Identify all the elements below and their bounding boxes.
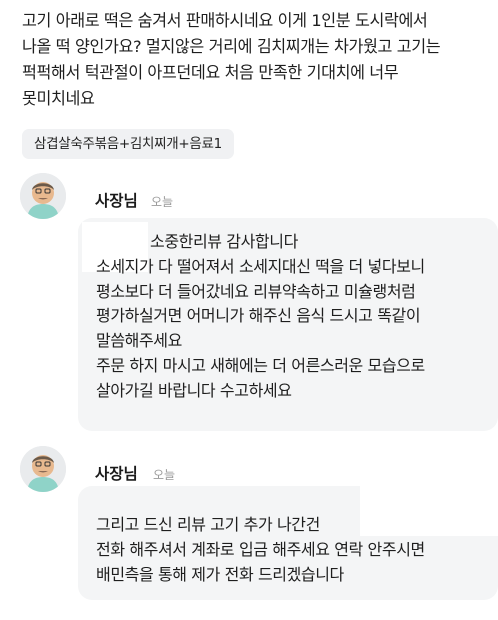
reply-bubble: 그리고 드신 리뷰 고기 추가 나간건 전화 해주셔서 계좌로 입금 해주세요 …: [78, 486, 498, 600]
review-line: 퍽퍽해서 턱관절이 아프던데요 처음 만족한 기대치에 너무: [22, 63, 399, 82]
owner-character-icon: [20, 173, 66, 219]
reply-line: 평가하실거면 어머니가 해주신 음식 드시고 똑같이: [96, 306, 421, 326]
reply-line: 전화 해주셔서 계좌로 입금 해주세요 연락 안주시면: [96, 539, 425, 559]
review-text: 고기 아래로 떡은 숨겨서 판매하시네요 이게 1인분 도시락에서 나올 떡 양…: [22, 8, 492, 112]
reply-line: 주문 하지 마시고 새해에는 더 어른스러운 모습으로: [96, 355, 425, 375]
owner-avatar: [20, 446, 66, 492]
reply-line: 말씀해주세요: [96, 331, 182, 351]
reply-line: 소세지가 다 떨어져서 소세지대신 떡을 더 넣다보니: [96, 256, 425, 276]
reply-time: 오늘: [151, 195, 174, 209]
reply-line: 배민측을 통해 제가 전화 드리겠습니다: [96, 564, 344, 584]
review-line: 고기 아래로 떡은 숨겨서 판매하시네요 이게 1인분 도시락에서: [22, 11, 428, 30]
redacted-area: [360, 486, 498, 536]
owner-name: 사장님: [95, 192, 138, 210]
reply-time: 오늘: [153, 468, 176, 482]
reply-line: 평소보다 더 들어갔네요 리뷰약속하고 미슐랭처럼: [96, 281, 416, 301]
owner-character-icon: [20, 446, 66, 492]
reply-bubble: 소중한리뷰 감사합니다 소세지가 다 떨어져서 소세지대신 떡을 더 넣다보니 …: [78, 218, 498, 431]
review-line: 나올 떡 양인가요? 멀지않은 거리에 김치찌개는 차가웠고 고기는: [22, 37, 441, 56]
reply-text: 소중한리뷰 감사합니다 소세지가 다 떨어져서 소세지대신 떡을 더 넣다보니 …: [96, 230, 425, 404]
owner-reply: 사장님 오늘 소중한리뷰 감사합니다 소세지가 다 떨어져서 소세지대신 떡을 …: [20, 173, 498, 431]
ordered-menu-chip[interactable]: 삼겹살숙주볶음+김치찌개+음료1: [22, 129, 234, 159]
reply-line: 살아가길 바랍니다 수고하세요: [96, 380, 292, 400]
reply-line: 소중한리뷰 감사합니다: [150, 232, 298, 251]
owner-avatar: [20, 173, 66, 219]
owner-reply: 사장님 오늘 그리고 드신 리뷰 고기 추가 나간건 전화 해주셔서 계좌로 입…: [20, 446, 498, 600]
review-line: 못미치네요: [22, 89, 95, 108]
owner-name: 사장님: [95, 465, 138, 483]
